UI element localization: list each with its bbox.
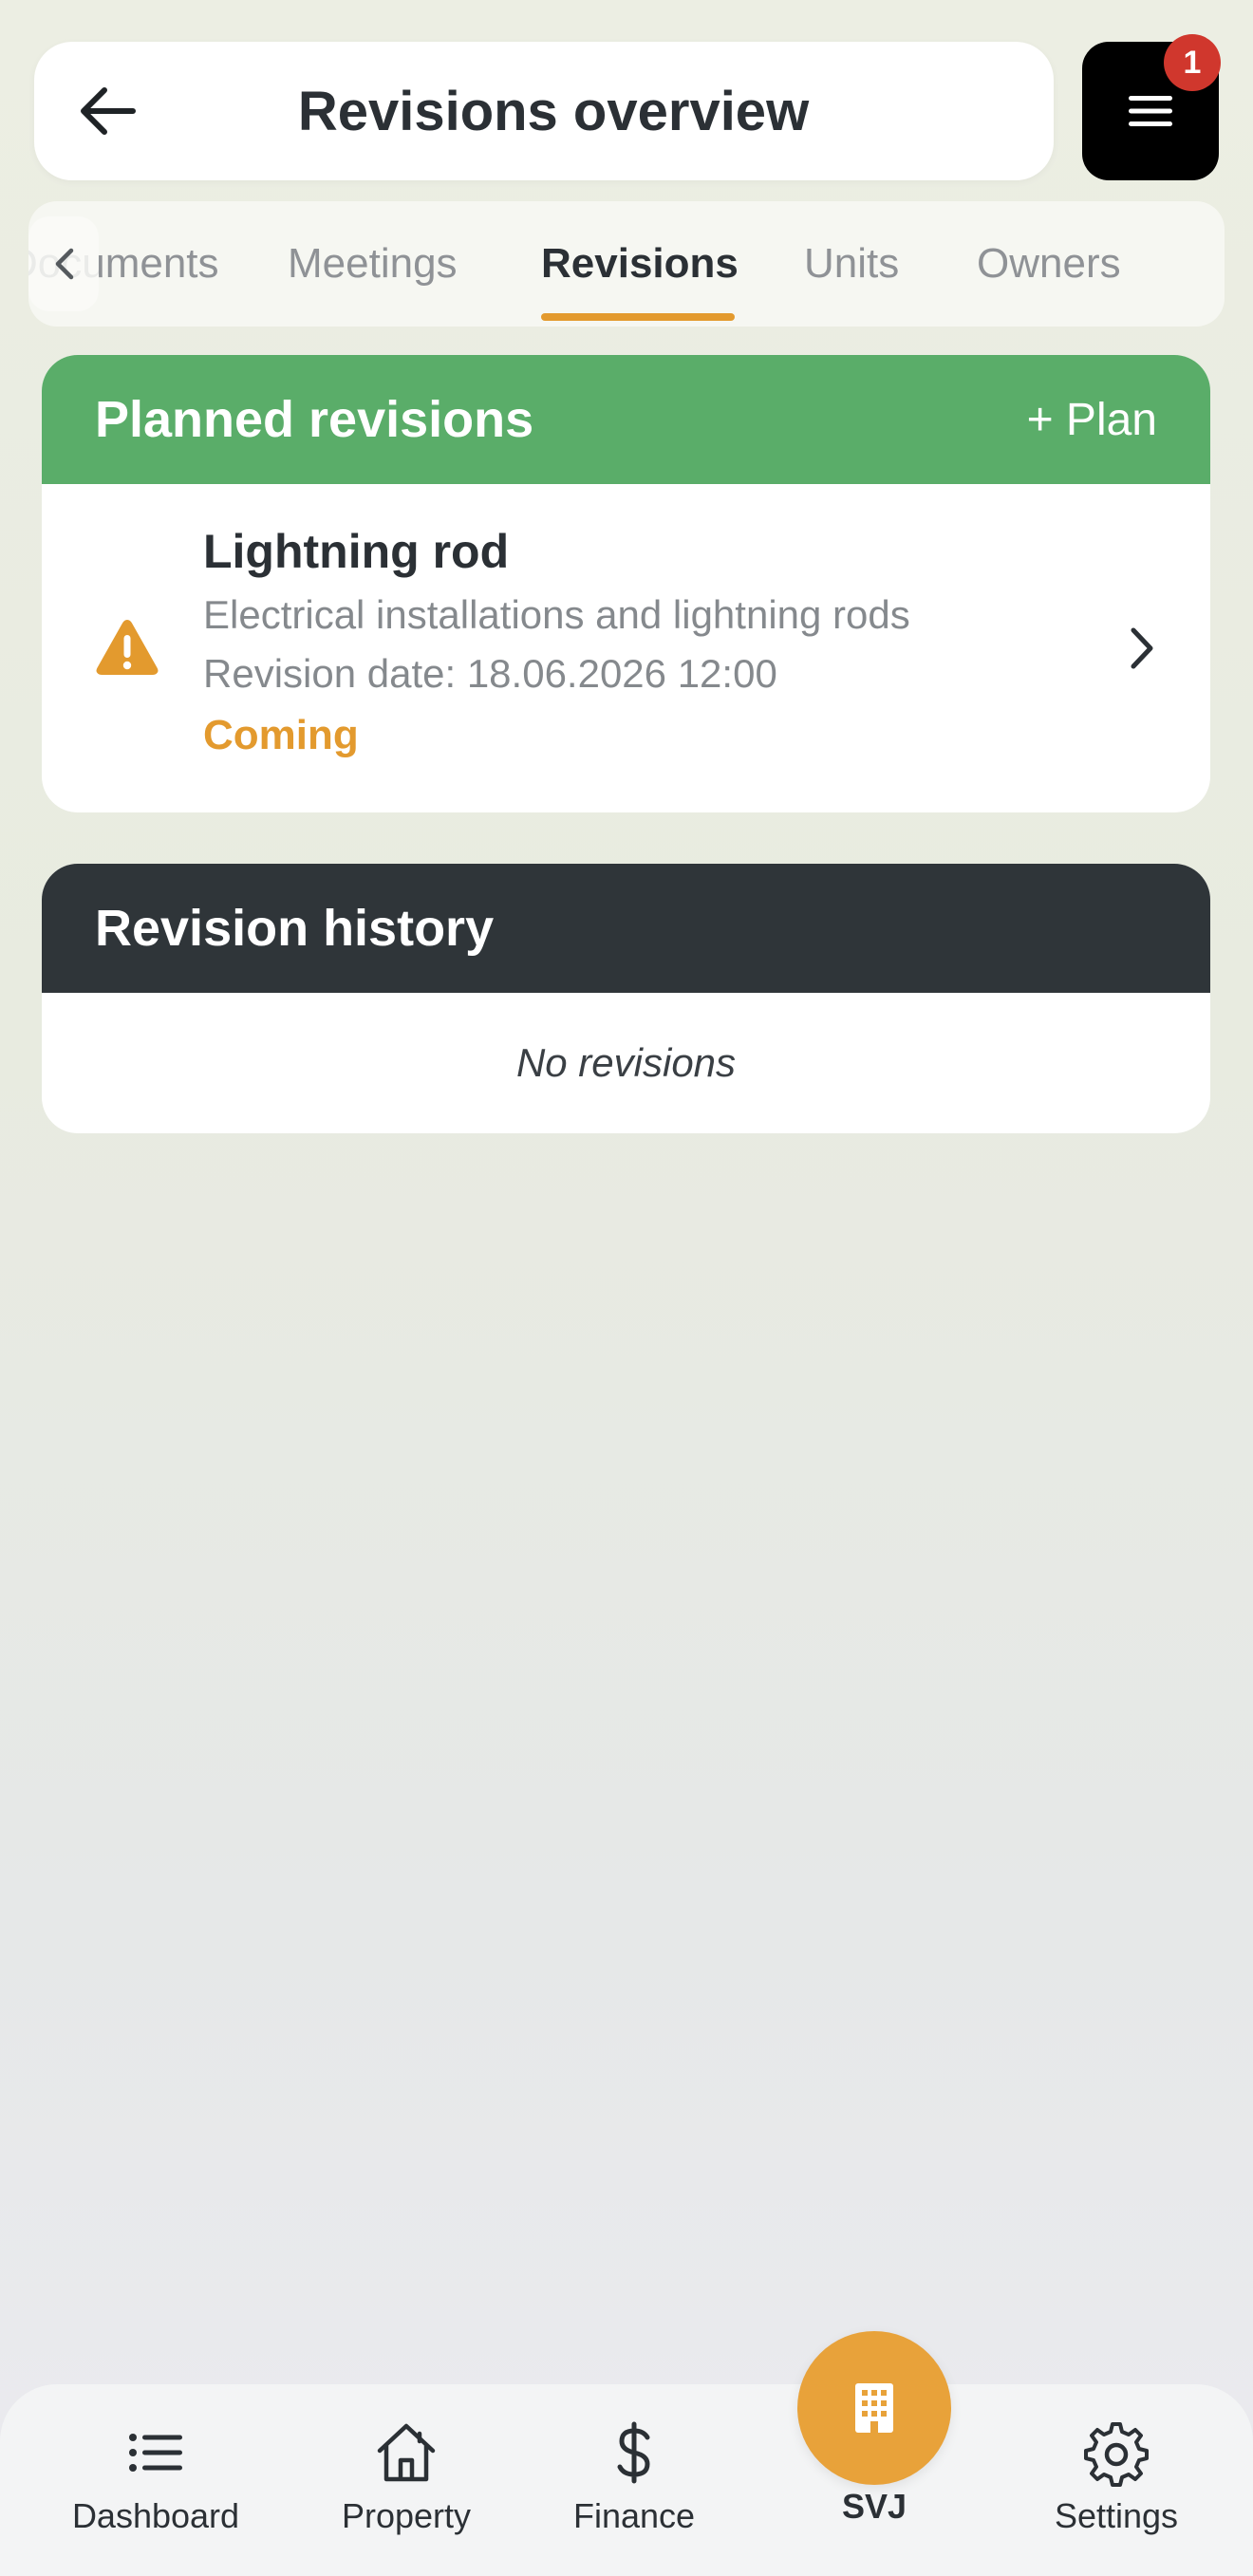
- nav-property-label: Property: [341, 2496, 472, 2535]
- nav-finance-label: Finance: [572, 2496, 696, 2535]
- tab-owners[interactable]: Owners: [977, 201, 1121, 327]
- nav-svj-button[interactable]: [797, 2331, 951, 2485]
- active-tab-indicator: [541, 313, 735, 321]
- list-icon: [129, 2434, 182, 2472]
- building-icon: [855, 2383, 893, 2433]
- revision-title: Lightning rod: [203, 525, 510, 578]
- tab-revisions[interactable]: Revisions: [541, 201, 739, 327]
- bottom-navigation: Dashboard Property Finance Settings: [0, 2384, 1253, 2576]
- notification-badge: 1: [1164, 34, 1221, 91]
- revision-history-header: Revision history: [42, 864, 1210, 993]
- home-icon: [377, 2423, 436, 2482]
- revision-date: Revision date: 18.06.2026 12:00: [203, 651, 777, 696]
- revision-status: Coming: [203, 712, 359, 758]
- planned-revisions-title: Planned revisions: [95, 391, 534, 448]
- chevron-right-icon: [1131, 627, 1153, 669]
- nav-dashboard-label: Dashboard: [71, 2496, 240, 2535]
- page-title: Revisions overview: [297, 80, 810, 142]
- revision-history-title: Revision history: [95, 900, 495, 957]
- warning-icon: [96, 620, 159, 675]
- nav-dashboard[interactable]: Dashboard: [61, 2418, 251, 2551]
- nav-settings[interactable]: Settings: [1021, 2418, 1211, 2551]
- nav-property[interactable]: Property: [311, 2418, 501, 2551]
- dollar-icon: [617, 2421, 650, 2484]
- chevron-left-icon: [55, 248, 74, 280]
- plan-revision-button[interactable]: + Plan: [1027, 394, 1157, 446]
- revision-list-item[interactable]: Lightning rod Electrical installations a…: [42, 484, 1210, 812]
- planned-revisions-header: Planned revisions + Plan: [42, 355, 1210, 484]
- nav-svj-label: SVJ: [841, 2487, 907, 2526]
- tab-meetings[interactable]: Meetings: [288, 201, 458, 327]
- nav-settings-label: Settings: [1054, 2496, 1179, 2535]
- planned-revisions-card: Planned revisions + Plan Lightning rod E…: [42, 355, 1210, 812]
- empty-state-text: No revisions: [515, 1040, 737, 1085]
- nav-finance[interactable]: Finance: [539, 2418, 729, 2551]
- hamburger-icon: [1129, 96, 1172, 126]
- revision-category: Electrical installations and lightning r…: [203, 592, 910, 637]
- tabs-scroll-left-button[interactable]: [28, 216, 99, 311]
- tabs-bar: Documents Meetings Revisions Units Owner…: [28, 201, 1225, 327]
- header-bar: Revisions overview: [34, 42, 1054, 180]
- gear-icon: [1084, 2422, 1149, 2487]
- revision-history-card: Revision history No revisions: [42, 864, 1210, 1133]
- tab-units[interactable]: Units: [804, 201, 899, 327]
